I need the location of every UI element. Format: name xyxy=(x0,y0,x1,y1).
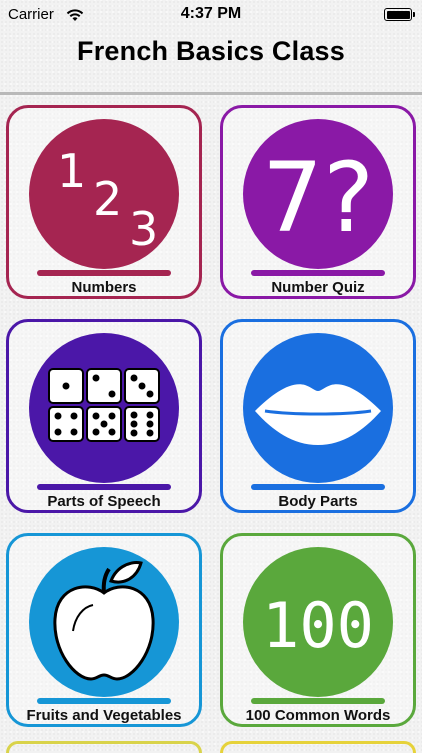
parts-of-speech-card[interactable]: Parts of Speech xyxy=(6,319,202,513)
svg-text:1: 1 xyxy=(57,144,86,198)
number-quiz-card[interactable]: 7? Number Quiz xyxy=(220,105,416,299)
numbers-123-icon: 1 2 3 xyxy=(29,119,179,269)
apple-icon xyxy=(29,547,179,697)
card-underline xyxy=(251,484,385,490)
card-underline xyxy=(37,698,171,704)
svg-text:3: 3 xyxy=(129,202,158,256)
card-underline xyxy=(37,484,171,490)
svg-text:2: 2 xyxy=(93,172,122,226)
partial-card-left[interactable] xyxy=(6,741,202,753)
fruits-and-vegetables-card[interactable]: Fruits and Vegetables xyxy=(6,533,202,727)
hundred-icon: 100 xyxy=(243,547,393,697)
lesson-grid: 1 2 3 Numbers 7? Number Quiz Parts of Sp… xyxy=(0,0,422,753)
numbers-card[interactable]: 1 2 3 Numbers xyxy=(6,105,202,299)
card-label: Numbers xyxy=(71,279,137,296)
dice-icon xyxy=(29,333,179,483)
svg-text:100: 100 xyxy=(262,589,374,662)
common-words-card[interactable]: 100 100 Common Words xyxy=(220,533,416,727)
number-quiz-icon: 7? xyxy=(243,119,393,269)
body-parts-card[interactable]: Body Parts xyxy=(220,319,416,513)
card-label: Parts of Speech xyxy=(47,493,161,510)
card-underline xyxy=(37,270,171,276)
card-underline xyxy=(251,698,385,704)
card-underline xyxy=(251,270,385,276)
partial-card-right[interactable] xyxy=(220,741,416,753)
card-label: Body Parts xyxy=(278,493,358,510)
lips-icon xyxy=(243,333,393,483)
card-label: Fruits and Vegetables xyxy=(26,707,182,724)
svg-text:7?: 7? xyxy=(262,142,374,254)
card-label: 100 Common Words xyxy=(245,707,391,724)
card-label: Number Quiz xyxy=(271,279,365,296)
